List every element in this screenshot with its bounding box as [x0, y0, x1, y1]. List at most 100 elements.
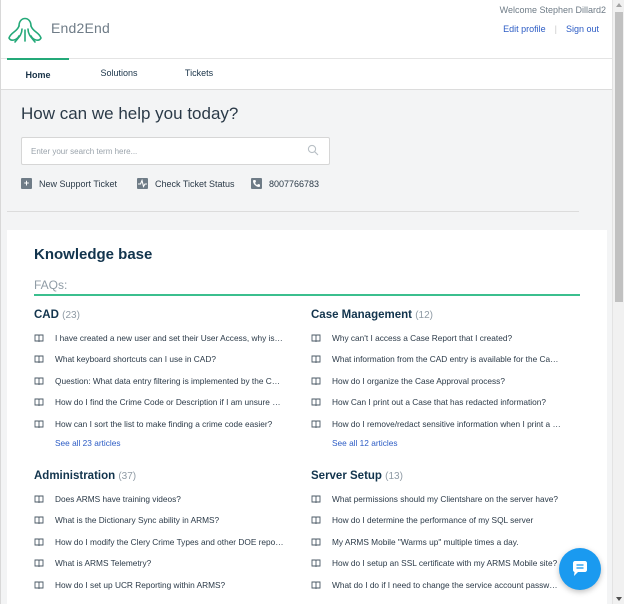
page: End2End Welcome Stephen Dillard2 Edit pr…: [0, 0, 612, 604]
section-name: Case Management: [311, 309, 412, 321]
kb-section-administration: Administration (37) Does ARMS have train…: [34, 470, 292, 596]
new-support-ticket-link[interactable]: + New Support Ticket: [21, 178, 117, 189]
faq-label: FAQs:: [34, 278, 68, 292]
book-icon: [311, 538, 321, 546]
article-link[interactable]: What information from the CAD entry is a…: [311, 349, 569, 371]
section-count: (37): [118, 471, 137, 482]
article-title: What information from the CAD entry is a…: [332, 354, 562, 365]
scroll-up-arrow-icon[interactable]: [616, 3, 622, 7]
article-title: How do I modify the Clery Crime Types an…: [55, 536, 285, 547]
chat-icon: [573, 561, 587, 576]
section-title[interactable]: Server Setup (13): [311, 470, 569, 488]
article-link[interactable]: What is the Dictionary Sync ability in A…: [34, 510, 292, 532]
section-name: Server Setup: [311, 470, 382, 482]
section-name: Administration: [34, 470, 116, 482]
logo[interactable]: End2End: [5, 10, 110, 46]
book-icon: [34, 495, 44, 503]
article-title: What permissions should my Clientshare o…: [332, 493, 558, 504]
book-icon: [311, 559, 321, 568]
book-icon: [311, 398, 321, 407]
book-icon: [311, 581, 321, 589]
article-title: What do I do if I need to change the ser…: [332, 579, 562, 590]
article-title: Question: What data entry filtering is i…: [55, 375, 285, 386]
book-icon: [311, 495, 321, 503]
see-all-link[interactable]: See all 12 articles: [332, 438, 569, 448]
chat-widget-button[interactable]: [559, 548, 601, 590]
kb-section-cad: CAD (23) I have created a new user and s…: [34, 309, 292, 448]
kb-section-server-setup: Server Setup (13) What permissions shoul…: [311, 470, 569, 596]
article-link[interactable]: What is ARMS Telemetry?: [34, 553, 292, 575]
book-icon: [34, 581, 44, 589]
article-title: How do I remove/redact sensitive informa…: [332, 418, 562, 429]
book-icon: [34, 516, 44, 525]
article-link[interactable]: My ARMS Mobile "Warms up" multiple times…: [311, 531, 569, 553]
article-link[interactable]: How do I setup an SSL certificate with m…: [311, 553, 569, 575]
divider: |: [554, 24, 557, 34]
edit-profile-link[interactable]: Edit profile: [503, 24, 546, 34]
new-support-ticket-label: New Support Ticket: [39, 178, 118, 189]
sign-out-link[interactable]: Sign out: [566, 24, 599, 34]
book-icon: [34, 398, 44, 407]
see-all-link[interactable]: See all 23 articles: [55, 438, 292, 448]
book-icon: [34, 377, 44, 385]
divider: [34, 294, 580, 296]
section-count: (13): [385, 471, 403, 482]
tab-solutions[interactable]: Solutions: [69, 58, 169, 90]
phone-number: 8007766783: [269, 178, 320, 189]
section-title[interactable]: Case Management (12): [311, 309, 569, 327]
account-links: Edit profile | Sign out: [503, 24, 599, 34]
knowledge-base-card: Knowledge base FAQs: CAD (23) I have cre…: [7, 230, 607, 604]
section-name: CAD: [34, 309, 59, 321]
book-icon: [311, 420, 321, 428]
article-title: How do I organize the Case Approval proc…: [332, 375, 505, 386]
plus-icon: +: [21, 178, 32, 189]
article-link[interactable]: What permissions should my Clientshare o…: [311, 488, 569, 510]
article-link[interactable]: What do I do if I need to change the ser…: [311, 574, 569, 596]
article-link[interactable]: How can I sort the list to make finding …: [34, 413, 292, 435]
book-icon: [34, 420, 44, 428]
phone-icon: [251, 178, 262, 189]
section-title[interactable]: CAD (23): [34, 309, 292, 327]
phone-link[interactable]: 8007766783: [251, 178, 319, 189]
article-title: How do I setup an SSL certificate with m…: [332, 558, 558, 569]
article-title: I have created a new user and set their …: [55, 332, 285, 343]
book-icon: [311, 516, 321, 525]
article-link[interactable]: How do I organize the Case Approval proc…: [311, 370, 569, 392]
article-title: How Can I print out a Case that has reda…: [332, 397, 546, 408]
article-link[interactable]: Does ARMS have training videos?: [34, 488, 292, 510]
book-icon: [34, 334, 44, 342]
article-title: How can I sort the list to make finding …: [55, 418, 273, 429]
article-link[interactable]: Question: What data entry filtering is i…: [34, 370, 292, 392]
article-link[interactable]: How Can I print out a Case that has reda…: [311, 392, 569, 414]
brand-name: End2End: [51, 20, 111, 36]
kb-title: Knowledge base: [34, 246, 153, 263]
check-ticket-status-label: Check Ticket Status: [155, 178, 235, 189]
article-link[interactable]: How do I find the Crime Code or Descript…: [34, 392, 292, 414]
book-icon: [311, 334, 321, 342]
book-icon: [34, 559, 44, 568]
article-link[interactable]: What keyboard shortcuts can I use in CAD…: [34, 349, 292, 371]
check-ticket-status-link[interactable]: Check Ticket Status: [137, 178, 235, 189]
scrollbar-thumb[interactable]: [615, 12, 623, 302]
search-icon[interactable]: [307, 144, 319, 156]
article-title: How do I set up UCR Reporting within ARM…: [55, 579, 226, 590]
book-icon: [311, 377, 321, 385]
tab-tickets[interactable]: Tickets: [169, 58, 229, 90]
article-link[interactable]: How do I remove/redact sensitive informa…: [311, 413, 569, 435]
article-link[interactable]: I have created a new user and set their …: [34, 327, 292, 349]
scroll-down-arrow-icon[interactable]: [616, 597, 622, 601]
article-title: How do I determine the performance of my…: [332, 515, 534, 526]
article-link[interactable]: Why can't I access a Case Report that I …: [311, 327, 569, 349]
site-header: End2End Welcome Stephen Dillard2 Edit pr…: [1, 0, 612, 90]
article-title: What is the Dictionary Sync ability in A…: [55, 515, 220, 526]
article-link[interactable]: How do I set up UCR Reporting within ARM…: [34, 574, 292, 596]
kb-section-case-management: Case Management (12) Why can't I access …: [311, 309, 569, 448]
vertical-scrollbar[interactable]: [612, 0, 624, 604]
section-title[interactable]: Administration (37): [34, 470, 292, 488]
octopus-logo-icon: [8, 17, 42, 43]
book-icon: [34, 538, 44, 546]
article-link[interactable]: How do I modify the Clery Crime Types an…: [34, 531, 292, 553]
article-link[interactable]: How do I determine the performance of my…: [311, 510, 569, 532]
search-input[interactable]: [22, 138, 292, 164]
tab-home[interactable]: Home: [7, 58, 69, 90]
